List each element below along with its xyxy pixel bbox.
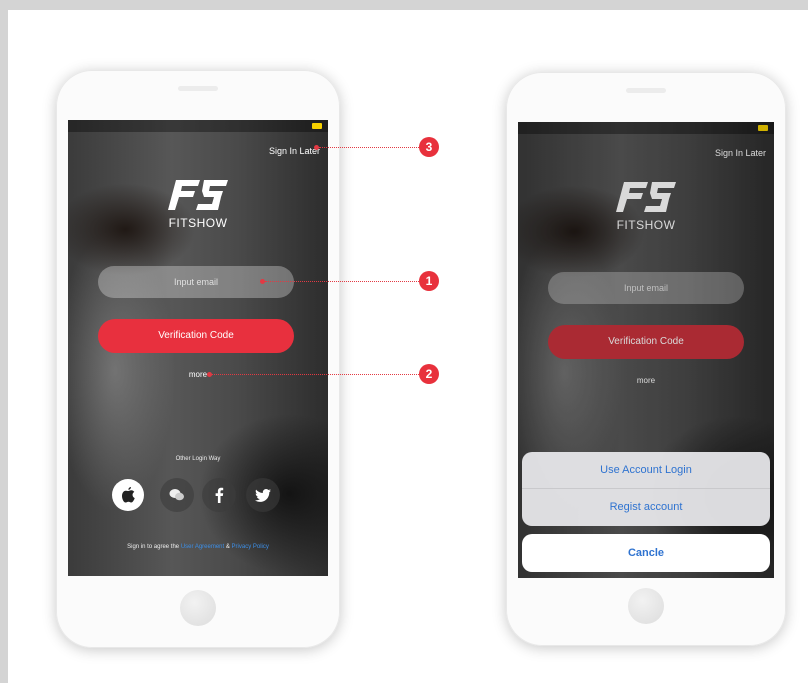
home-button bbox=[180, 590, 216, 626]
twitter-login-button[interactable] bbox=[246, 478, 280, 512]
apple-icon bbox=[122, 487, 135, 503]
social-login-row bbox=[112, 478, 292, 512]
brand-name: FITSHOW bbox=[168, 216, 228, 230]
verification-code-button[interactable]: Verification Code bbox=[98, 319, 294, 353]
wechat-login-button[interactable] bbox=[160, 478, 194, 512]
login-screen-action-sheet: Sign In Later FITSHOW Verification Code … bbox=[518, 122, 774, 578]
sign-in-later-link[interactable]: Sign In Later bbox=[269, 146, 320, 156]
battery-icon bbox=[312, 123, 322, 129]
speaker-grille bbox=[178, 86, 218, 91]
action-sheet: Use Account Login Regist account bbox=[522, 452, 770, 526]
regist-account-option[interactable]: Regist account bbox=[522, 489, 770, 526]
callout3-line bbox=[319, 147, 419, 148]
callout-badge-2: 2 bbox=[419, 364, 439, 384]
twitter-icon bbox=[255, 488, 271, 502]
agreement-text: Sign in to agree the User Agreement & Pr… bbox=[68, 544, 328, 550]
cancel-button[interactable]: Cancle bbox=[522, 534, 770, 572]
login-screen: Sign In Later FITSHOW Verification Code … bbox=[68, 120, 328, 576]
agree-and: & bbox=[225, 544, 230, 550]
other-login-label: Other Login Way bbox=[175, 456, 221, 462]
phone-left: Sign In Later FITSHOW Verification Code … bbox=[56, 70, 340, 648]
status-bar bbox=[68, 120, 328, 132]
speaker-grille bbox=[626, 88, 666, 93]
agree-prefix: Sign in to agree the bbox=[127, 544, 180, 550]
home-button bbox=[628, 588, 664, 624]
facebook-icon bbox=[215, 487, 224, 503]
callout1-line bbox=[265, 281, 419, 282]
user-agreement-link[interactable]: User Agreement bbox=[181, 544, 224, 550]
privacy-policy-link[interactable]: Privacy Policy bbox=[232, 544, 269, 550]
facebook-login-button[interactable] bbox=[202, 478, 236, 512]
fs-logo-icon bbox=[168, 180, 228, 210]
use-account-login-option[interactable]: Use Account Login bbox=[522, 452, 770, 489]
fitshow-logo: FITSHOW bbox=[153, 178, 243, 230]
wechat-icon bbox=[169, 489, 184, 501]
callout2-line bbox=[212, 374, 419, 375]
apple-login-button[interactable] bbox=[112, 479, 144, 511]
phone-right: Sign In Later FITSHOW Verification Code … bbox=[506, 72, 786, 646]
callout-badge-1: 1 bbox=[419, 271, 439, 291]
callout-badge-3: 3 bbox=[419, 137, 439, 157]
